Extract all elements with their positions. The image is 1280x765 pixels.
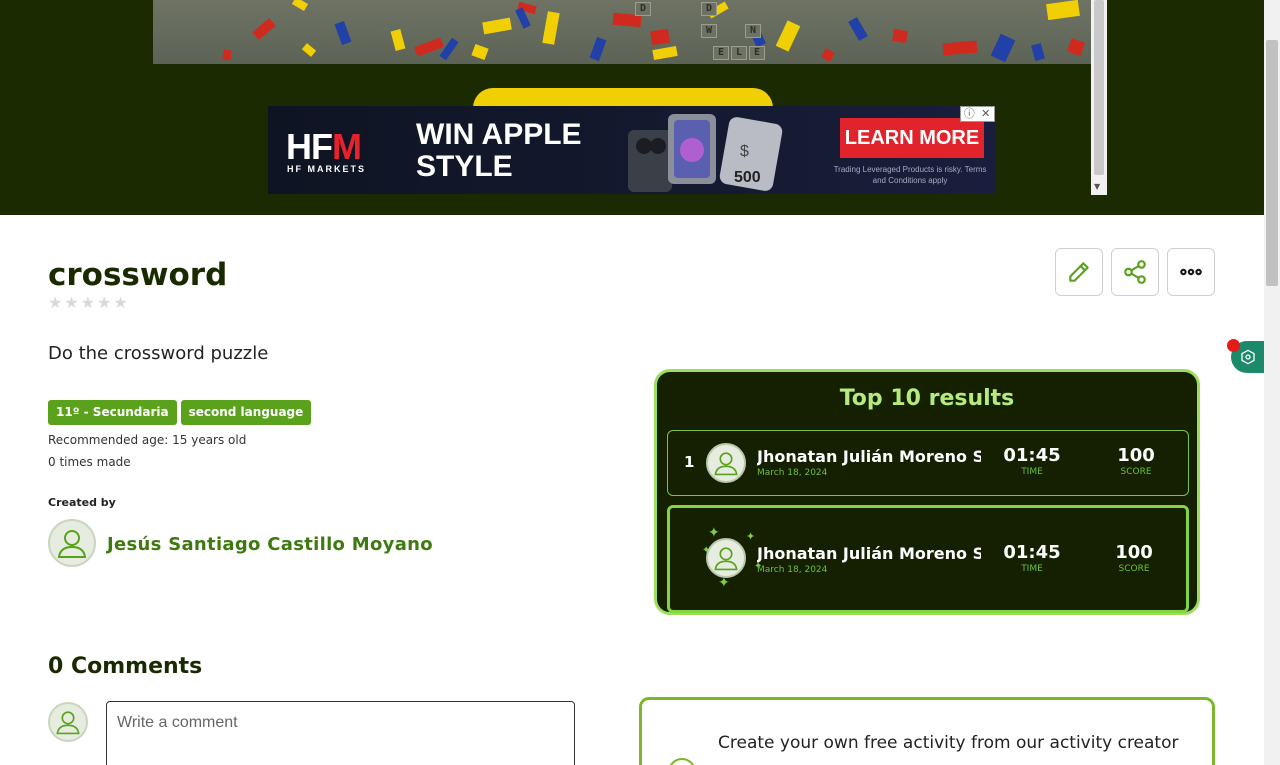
user-icon bbox=[714, 452, 738, 476]
star-icon[interactable]: ★ bbox=[81, 295, 95, 311]
notification-dot bbox=[1227, 339, 1240, 352]
star-icon[interactable]: ★ bbox=[113, 295, 127, 311]
result-score: 100 bbox=[1115, 542, 1153, 563]
game-scene[interactable]: D D W N E L E bbox=[153, 0, 1091, 64]
ad-headline: WIN APPLE STYLE bbox=[416, 118, 582, 183]
page-title: crossword bbox=[48, 257, 228, 293]
info-icon[interactable]: ⓘ bbox=[961, 107, 978, 121]
share-icon bbox=[1124, 260, 1146, 284]
close-icon[interactable]: ✕ bbox=[978, 107, 995, 121]
tag-list: 11º - Secundaria second language bbox=[48, 400, 312, 425]
pencil-icon bbox=[1069, 262, 1089, 282]
comments-title: 0 Comments bbox=[48, 654, 203, 679]
game-area: D D W N E L E ▼ HFM HF MARKETS WIN APPLE… bbox=[0, 0, 1264, 215]
avatar bbox=[706, 538, 746, 578]
activity-description: Do the crossword puzzle bbox=[48, 343, 269, 364]
ad-controls[interactable]: ⓘ ✕ bbox=[960, 106, 995, 122]
result-time: 01:45 bbox=[1003, 542, 1061, 563]
leaderboard: Top 10 results 1 Jhonatan Julián Moreno … bbox=[654, 369, 1200, 615]
crossword-tile[interactable]: D bbox=[635, 2, 651, 16]
ad-brand-sub: HF MARKETS bbox=[287, 164, 366, 174]
more-icon bbox=[1180, 268, 1202, 276]
time-label: TIME bbox=[1021, 467, 1043, 477]
user-icon bbox=[57, 530, 87, 558]
page-scrollbar-thumb[interactable] bbox=[1266, 40, 1278, 286]
edit-button[interactable] bbox=[1055, 248, 1103, 296]
ad-product-image: $ 500 bbox=[628, 114, 783, 192]
svg-text:$: $ bbox=[740, 143, 749, 160]
star-icon[interactable]: ★ bbox=[48, 295, 62, 311]
promo-icon bbox=[668, 758, 696, 765]
user-icon bbox=[56, 711, 80, 735]
rating-stars[interactable]: ★ ★ ★ ★ ★ bbox=[48, 295, 128, 311]
page-scrollbar[interactable] bbox=[1264, 0, 1280, 765]
ad-voucher: 500 bbox=[734, 169, 761, 186]
times-made: 0 times made bbox=[48, 455, 131, 469]
create-activity-promo[interactable]: Create your own free activity from our a… bbox=[639, 697, 1215, 765]
game-scrollbar[interactable]: ▼ bbox=[1091, 0, 1107, 195]
crossword-tile[interactable]: E bbox=[749, 46, 765, 60]
result-score: 100 bbox=[1117, 445, 1155, 466]
leaderboard-row[interactable]: 1 Jhonatan Julián Moreno Suárez March 18… bbox=[667, 430, 1189, 496]
player-name: Jhonatan Julián Moreno Suárez bbox=[757, 544, 981, 563]
crossword-tile[interactable]: D bbox=[701, 2, 717, 16]
ad-banner[interactable]: HFM HF MARKETS WIN APPLE STYLE $ 500 LEA… bbox=[268, 106, 995, 194]
scroll-down-icon[interactable]: ▼ bbox=[1094, 182, 1100, 191]
user-icon bbox=[714, 547, 738, 571]
rank-number: 1 bbox=[684, 453, 695, 471]
share-button[interactable] bbox=[1111, 248, 1159, 296]
score-label: SCORE bbox=[1118, 564, 1150, 574]
leaderboard-title: Top 10 results bbox=[839, 386, 1015, 411]
current-user-result[interactable]: ✦ ✦ ✦ ✦ ✦ Jhonatan Julián Moreno Suárez … bbox=[667, 505, 1189, 613]
result-time: 01:45 bbox=[1003, 445, 1061, 466]
ad-learn-more-button[interactable]: LEARN MORE bbox=[840, 118, 984, 158]
result-date: March 18, 2024 bbox=[757, 468, 828, 478]
created-by-label: Created by bbox=[48, 496, 116, 509]
comment-input[interactable]: Write a comment bbox=[106, 701, 575, 765]
result-date: March 18, 2024 bbox=[757, 565, 828, 575]
time-label: TIME bbox=[1021, 564, 1043, 574]
crossword-tile[interactable]: E bbox=[713, 46, 729, 60]
author-link[interactable]: Jesús Santiago Castillo Moyano bbox=[107, 534, 433, 555]
crossword-tile[interactable]: W bbox=[701, 24, 717, 38]
tag-subject[interactable]: second language bbox=[180, 400, 312, 425]
hexagon-icon bbox=[1240, 349, 1255, 365]
star-icon[interactable]: ★ bbox=[97, 295, 111, 311]
tag-grade[interactable]: 11º - Secundaria bbox=[48, 400, 177, 425]
more-options-button[interactable] bbox=[1167, 248, 1215, 296]
promo-text: Create your own free activity from our a… bbox=[718, 733, 1179, 753]
avatar[interactable] bbox=[48, 519, 96, 567]
crossword-tile[interactable]: L bbox=[731, 46, 747, 60]
player-name: Jhonatan Julián Moreno Suárez bbox=[757, 447, 981, 466]
ad-brand-logo: HFM bbox=[286, 126, 362, 167]
avatar bbox=[706, 443, 746, 483]
crossword-tile[interactable]: N bbox=[745, 24, 761, 38]
recommended-age: Recommended age: 15 years old bbox=[48, 433, 247, 447]
ad-disclaimer: Trading Leveraged Products is risky. Ter… bbox=[833, 165, 987, 185]
score-label: SCORE bbox=[1120, 467, 1152, 477]
avatar bbox=[48, 702, 88, 742]
star-icon[interactable]: ★ bbox=[64, 295, 78, 311]
